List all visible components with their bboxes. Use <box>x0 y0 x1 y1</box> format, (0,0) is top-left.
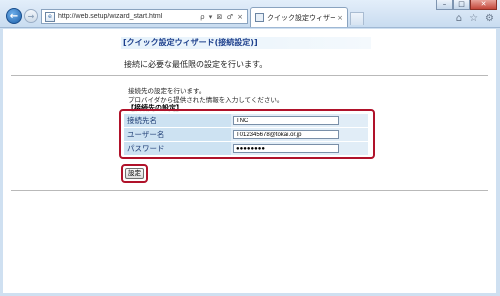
page-icon: e <box>45 11 55 22</box>
window-controls: – □ ✕ <box>436 0 497 10</box>
new-tab-button[interactable] <box>350 12 364 25</box>
gear-icon[interactable]: ⚙ <box>485 13 494 24</box>
home-icon[interactable]: ⌂ <box>456 13 462 24</box>
tab-title: クイック設定ウィザード(... <box>267 13 336 22</box>
forward-arrow-icon: → <box>27 11 35 21</box>
address-tools[interactable]: ρ ▾ ⊠ ♂ × <box>200 13 247 21</box>
back-arrow-icon: ← <box>9 10 19 22</box>
forward-button[interactable]: → <box>24 9 38 23</box>
maximize-button[interactable]: □ <box>453 0 470 10</box>
tab-favicon-icon <box>255 13 264 22</box>
address-bar[interactable]: e http://web.setup/wizard_start.html ρ ▾… <box>41 9 248 24</box>
close-window-button[interactable]: ✕ <box>470 0 497 10</box>
form-highlight-box <box>119 109 375 159</box>
submit-settings-button[interactable]: 設定 <box>125 168 144 179</box>
intro-line-1: 接続先の設定を行います。 <box>128 87 206 95</box>
browser-chrome: – □ ✕ ← → e http://web.setup/wizard_star… <box>0 0 500 28</box>
address-url[interactable]: http://web.setup/wizard_start.html <box>58 13 200 20</box>
browser-tab[interactable]: クイック設定ウィザード(... × <box>250 7 348 27</box>
toolbar-icons: ⌂ ☆ ⚙ <box>456 13 494 24</box>
tab-close-icon[interactable]: × <box>337 14 343 22</box>
page-content: [クイック設定ウィザード(接続設定)] 接続に必要な最低限の設定を行います。 接… <box>3 29 496 293</box>
minimize-button[interactable]: – <box>436 0 453 10</box>
favorites-star-icon[interactable]: ☆ <box>469 13 478 24</box>
divider-bottom <box>11 190 488 191</box>
divider-top <box>11 75 488 76</box>
page-title: [クイック設定ウィザード(接続設定)] <box>123 38 258 47</box>
back-button[interactable]: ← <box>6 8 22 24</box>
page-subtitle: 接続に必要な最低限の設定を行います。 <box>124 60 268 69</box>
